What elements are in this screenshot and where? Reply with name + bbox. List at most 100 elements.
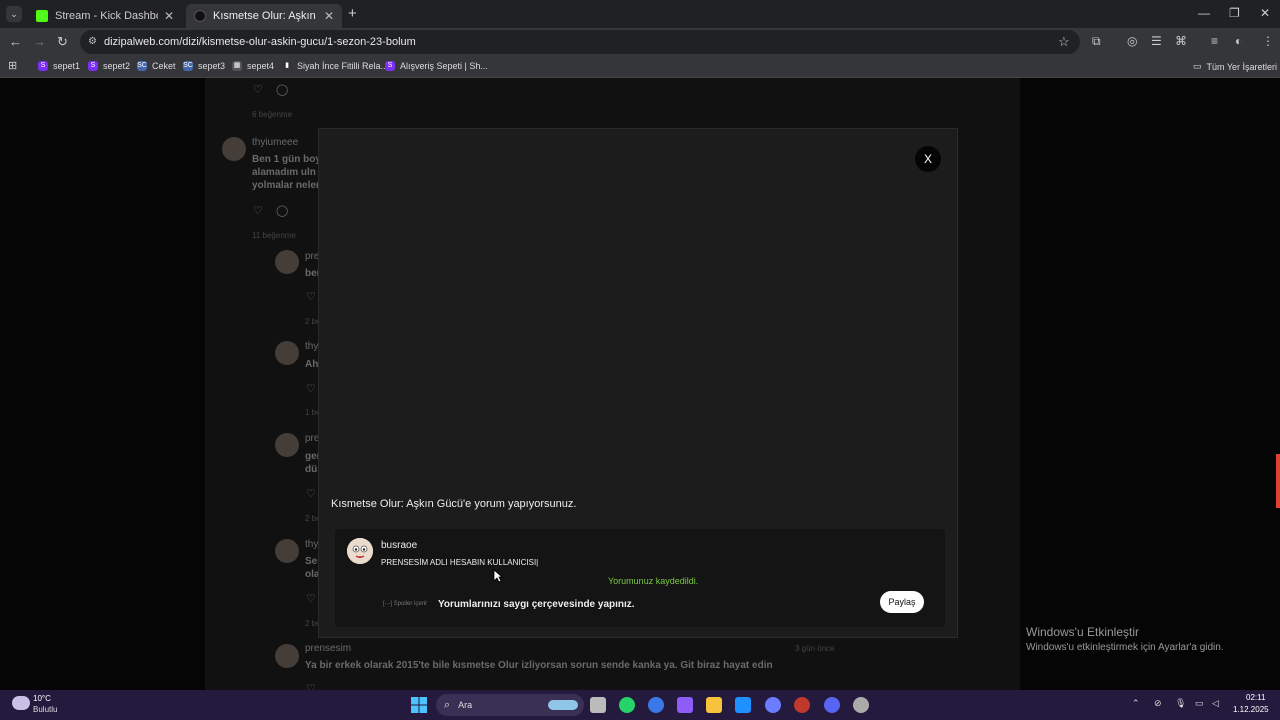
task-view-icon[interactable] (590, 697, 606, 713)
bookmark-ceket[interactable]: SC Ceket (137, 61, 176, 71)
translate-icon[interactable]: ⌘ (1175, 34, 1187, 48)
reply-username: thy (305, 341, 319, 352)
copilot-icon[interactable] (677, 697, 693, 713)
windows-activation-watermark: Windows'u Etkinleştir Windows'u etkinleş… (1026, 625, 1224, 653)
windows-taskbar: 10°C Bulutlu ⌕ Ara ⌃ ⊘ 🎙 ▭ ◁ 02:11 1.12.… (0, 690, 1280, 720)
close-modal-button[interactable]: X (915, 146, 941, 172)
avatar (275, 250, 299, 274)
playlist-icon[interactable]: ≡ (1211, 34, 1218, 48)
all-bookmarks-label: Tüm Yer İşaretleri (1206, 61, 1278, 72)
address-bar[interactable]: ⚙ dizipalweb.com/dizi/kismetse-olur-aski… (80, 30, 1080, 54)
spoiler-toggle[interactable]: [-.-] Spoiler içerir (383, 601, 427, 607)
bookmark-alisveris-sepeti[interactable]: S Alışveriş Sepeti | Sh... (385, 61, 488, 71)
comment-rules: Yorumlarınızı saygı çerçevesinde yapınız… (438, 599, 635, 610)
kick-icon (36, 10, 48, 22)
close-tab-icon[interactable]: ✕ (324, 9, 334, 23)
close-window-button[interactable]: ✕ (1260, 6, 1270, 20)
bookmark-icon: S (88, 61, 98, 71)
url-text: dizipalweb.com/dizi/kismetse-olur-askin-… (104, 36, 416, 48)
display-icon[interactable]: ▭ (1195, 698, 1204, 709)
like-heart-icon[interactable]: ♡ (306, 682, 316, 690)
volume-icon[interactable]: ◁ (1212, 698, 1219, 709)
bookmark-icon: SC (183, 61, 193, 71)
screenshot-icon[interactable]: ◎ (1127, 34, 1137, 48)
comment-time: 3 gün önce (795, 644, 835, 653)
forward-button[interactable]: → (33, 34, 46, 49)
reply-icon[interactable]: ◯ (276, 204, 288, 217)
minimize-button[interactable]: — (1198, 6, 1210, 20)
comment-line: alamadım uln (252, 167, 316, 178)
browser-toolbar: ← → ↻ ⚙ dizipalweb.com/dizi/kismetse-olu… (0, 28, 1280, 56)
like-heart-icon[interactable]: ♡ (306, 487, 316, 500)
bookmark-icon: ▮ (282, 61, 292, 71)
network-icon[interactable]: ⊘ (1154, 698, 1162, 709)
mouse-cursor-icon (493, 569, 503, 583)
new-tab-button[interactable]: + (348, 5, 357, 22)
like-heart-icon[interactable]: ♡ (253, 83, 263, 96)
avatar (275, 539, 299, 563)
like-heart-icon[interactable]: ♡ (306, 592, 316, 605)
clock-time[interactable]: 02:11 (1246, 693, 1265, 702)
bookmark-sepet2[interactable]: Ssepet2 (88, 61, 130, 71)
back-button[interactable]: ← (9, 34, 22, 49)
menu-icon[interactable]: ⋮ (1262, 34, 1274, 48)
store-icon[interactable] (735, 697, 751, 713)
app-icon[interactable] (853, 697, 869, 713)
search-highlight-icon (548, 700, 578, 710)
reply-text: Ah (305, 359, 319, 370)
comment-text: Ben 1 gün boy alamadım uln yolmalar nele… (252, 153, 321, 192)
avatar (275, 433, 299, 457)
like-heart-icon[interactable]: ♡ (306, 290, 316, 303)
microphone-icon[interactable]: 🎙 (1175, 698, 1186, 709)
bookmark-label: sepet3 (198, 61, 226, 71)
weather-desc[interactable]: Bulutlu (33, 705, 57, 714)
profile-icon[interactable]: ◐ (1235, 34, 1242, 48)
like-heart-icon[interactable]: ♡ (253, 204, 263, 217)
bookmark-icon: S (385, 61, 395, 71)
weather-temp[interactable]: 10°C (33, 694, 51, 703)
whatsapp-icon[interactable] (619, 697, 635, 713)
tray-overflow-icon[interactable]: ⌃ (1132, 698, 1140, 709)
tab-kick-dashboard[interactable]: Stream - Kick Dashboard ✕ (28, 4, 182, 28)
file-explorer-icon[interactable] (706, 697, 722, 713)
app-icon[interactable] (794, 697, 810, 713)
reload-button[interactable]: ↻ (57, 34, 68, 50)
bookmark-siyah-ince[interactable]: ▮ Siyah İnce Fitilli Rela... (282, 61, 388, 71)
likes-count: 11 beğenme (252, 231, 296, 240)
tab-kismetse-olur[interactable]: Kısmetse Olur: Aşkın Gücü 1. Se ✕ (186, 4, 342, 28)
apps-grid-icon[interactable]: ⊞ (8, 59, 17, 72)
watermark-title: Windows'u Etkinleştir (1026, 625, 1139, 639)
bookmark-sepet1[interactable]: Ssepet1 (38, 61, 80, 71)
bookmark-label: Siyah İnce Fitilli Rela... (297, 61, 389, 71)
all-bookmarks[interactable]: ▭ Tüm Yer İşaretleri (1193, 61, 1277, 72)
bookmark-sepet4[interactable]: ▦ sepet4 (232, 61, 274, 71)
reply-icon[interactable]: ◯ (276, 83, 288, 96)
watermark-subtitle: Windows'u etkinleştirmek için Ayarlar'a … (1026, 642, 1224, 653)
start-windows-icon[interactable] (411, 697, 427, 713)
app-icon[interactable] (765, 697, 781, 713)
reply-username: thy (305, 539, 319, 550)
site-info-icon[interactable]: ⚙ (88, 36, 97, 47)
likes-count: 6 beğenme (252, 110, 293, 119)
tab-title: Stream - Kick Dashboard (55, 10, 158, 22)
bookmark-sepet3[interactable]: SC sepet3 (183, 61, 225, 71)
search-placeholder: Ara (458, 700, 473, 710)
comment-username: thyiumeee (252, 137, 299, 148)
like-heart-icon[interactable]: ♡ (306, 382, 316, 395)
weather-cloud-icon[interactable] (12, 696, 30, 710)
extension-icon[interactable]: ☰ (1151, 34, 1162, 48)
bookmark-star-icon[interactable]: ☆ (1058, 34, 1070, 50)
tab-search-button[interactable]: ⌄ (6, 6, 22, 22)
share-button[interactable]: Paylaş (880, 591, 924, 613)
restore-button[interactable]: ❐ (1229, 6, 1240, 20)
extensions-icon[interactable]: ⧉ (1092, 34, 1101, 49)
comment-input[interactable]: PRENSESİM ADLI HESABIN KULLANICISI| (381, 558, 538, 567)
tab-strip: ⌄ Stream - Kick Dashboard ✕ Kısmetse Olu… (0, 0, 1280, 28)
discord-icon[interactable] (824, 697, 840, 713)
scrollbar-marker[interactable] (1276, 454, 1280, 508)
chrome-icon[interactable] (648, 697, 664, 713)
clock-date[interactable]: 1.12.2025 (1233, 705, 1269, 714)
bookmark-icon: SC (137, 61, 147, 71)
taskbar-search[interactable]: ⌕ Ara (436, 694, 584, 716)
close-tab-icon[interactable]: ✕ (164, 9, 174, 23)
